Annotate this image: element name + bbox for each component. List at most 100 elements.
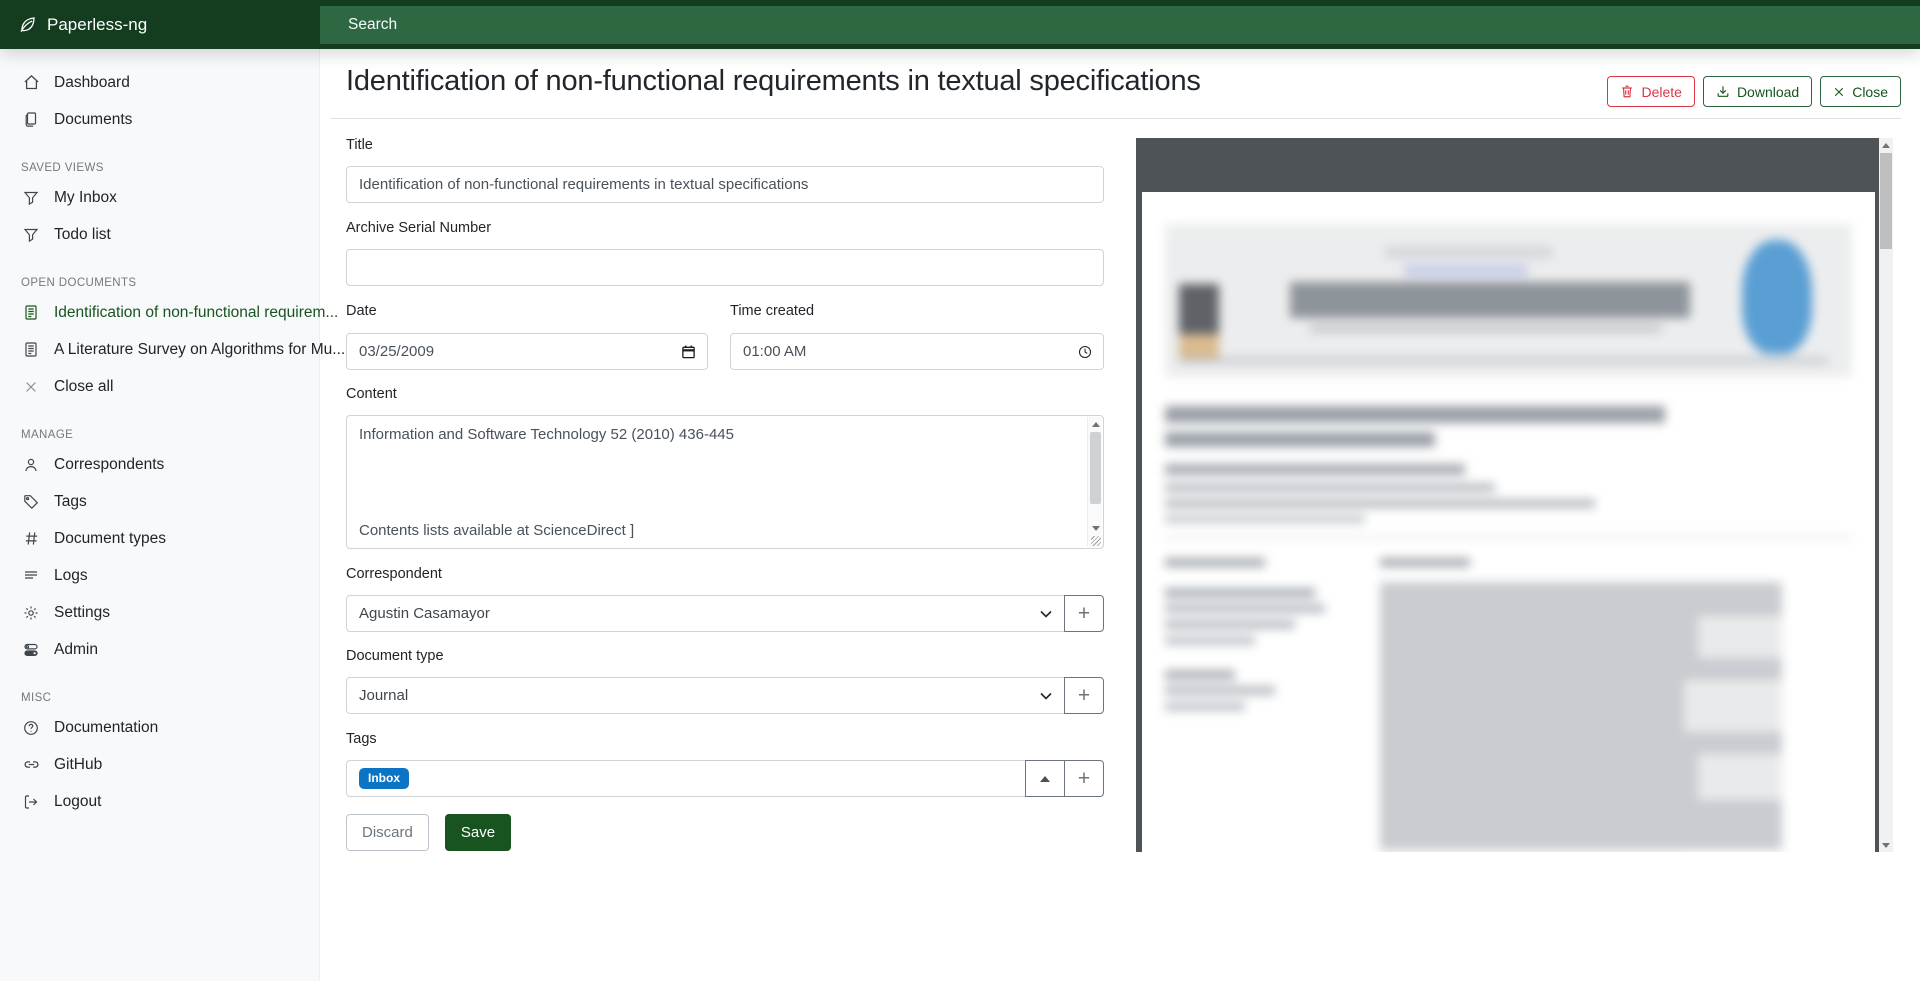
close-label: Close	[1852, 84, 1888, 100]
sidebar-section-open-documents: OPEN DOCUMENTS	[0, 266, 319, 294]
sidebar-item-my-inbox[interactable]: My Inbox	[0, 179, 319, 216]
date-field-wrap	[346, 333, 708, 370]
asn-field-wrap	[346, 249, 1104, 286]
tags-input[interactable]: Inbox	[346, 760, 1026, 797]
scroll-down-icon[interactable]	[1879, 838, 1893, 852]
plus-icon: +	[1078, 685, 1090, 706]
scrollbar-thumb[interactable]	[1090, 432, 1101, 504]
sidebar-item-tags[interactable]: Tags	[0, 483, 319, 520]
resize-handle-icon[interactable]	[1091, 536, 1101, 546]
content-scrollbar[interactable]	[1087, 417, 1102, 547]
tags-label: Tags	[346, 731, 377, 747]
sidebar-item-label: Documentation	[54, 719, 158, 737]
close-icon	[1833, 86, 1845, 98]
tag-icon	[21, 492, 41, 512]
sidebar-item-logout[interactable]: Logout	[0, 783, 319, 820]
time-created-input[interactable]	[731, 343, 1078, 360]
download-button[interactable]: Download	[1703, 76, 1812, 107]
sidebar-item-label: A Literature Survey on Algorithms for Mu…	[54, 341, 345, 359]
sidebar-item-documentation[interactable]: Documentation	[0, 709, 319, 746]
content-label: Content	[346, 386, 397, 402]
sidebar-item-settings[interactable]: Settings	[0, 594, 319, 631]
page-title: Identification of non-functional require…	[346, 65, 1201, 98]
file-text-icon	[21, 340, 41, 360]
app-brand[interactable]: Paperless-ng	[18, 0, 147, 49]
caret-up-icon	[1040, 776, 1050, 782]
sidebar-section-saved-views: SAVED VIEWS	[0, 151, 319, 179]
title-label: Title	[346, 137, 373, 153]
scroll-up-icon[interactable]	[1879, 138, 1893, 152]
sidebar-item-close-all[interactable]: Close all	[0, 368, 319, 405]
content-line-1: Information and Software Technology 52 (…	[359, 426, 734, 443]
calendar-icon[interactable]	[681, 344, 696, 360]
correspondent-select[interactable]: Agustin Casamayor	[346, 595, 1065, 632]
document-type-value: Journal	[359, 687, 408, 704]
document-preview	[1136, 138, 1893, 852]
document-type-label: Document type	[346, 648, 444, 664]
pdf-page	[1142, 192, 1875, 852]
sidebar-item-label: My Inbox	[54, 189, 117, 207]
content-line-2: Contents lists available at ScienceDirec…	[359, 522, 634, 539]
list-icon	[21, 566, 41, 586]
add-correspondent-button[interactable]: +	[1064, 595, 1104, 632]
sidebar-item-admin[interactable]: Admin	[0, 631, 319, 668]
sidebar-item-label: Documents	[54, 111, 132, 129]
sidebar-item-label: Identification of non-functional require…	[54, 304, 338, 322]
sidebar-item-documents[interactable]: Documents	[0, 101, 319, 138]
save-button[interactable]: Save	[445, 814, 511, 851]
person-icon	[21, 455, 41, 475]
document-type-select[interactable]: Journal	[346, 677, 1065, 714]
tag-badge-inbox[interactable]: Inbox	[359, 768, 409, 788]
leaf-icon	[18, 15, 37, 34]
sidebar-item-open-document-2[interactable]: A Literature Survey on Algorithms for Mu…	[0, 331, 319, 368]
sidebar-item-document-types[interactable]: Document types	[0, 520, 319, 557]
sidebar-item-label: GitHub	[54, 756, 102, 774]
archive-serial-number-input[interactable]	[347, 259, 1103, 276]
add-document-type-button[interactable]: +	[1064, 677, 1104, 714]
date-input[interactable]	[347, 343, 681, 360]
scroll-up-icon[interactable]	[1088, 417, 1103, 431]
home-icon	[21, 73, 41, 93]
sidebar-section-manage: MANAGE	[0, 418, 319, 446]
discard-button[interactable]: Discard	[346, 814, 429, 851]
download-label: Download	[1737, 84, 1799, 100]
time-created-label: Time created	[730, 303, 814, 319]
correspondent-row: Agustin Casamayor +	[346, 595, 1104, 632]
sidebar-item-logs[interactable]: Logs	[0, 557, 319, 594]
preview-scrollbar[interactable]	[1879, 138, 1893, 852]
close-button[interactable]: Close	[1820, 76, 1901, 107]
sidebar-item-open-document-1[interactable]: Identification of non-functional require…	[0, 294, 319, 331]
title-input[interactable]	[347, 176, 1103, 193]
sidebar-item-label: Admin	[54, 641, 98, 659]
chevron-down-icon	[1040, 610, 1052, 618]
logout-icon	[21, 792, 41, 812]
sidebar-item-label: Dashboard	[54, 74, 130, 92]
delete-button[interactable]: Delete	[1607, 76, 1694, 107]
search-input[interactable]	[320, 6, 1920, 44]
sidebar-item-label: Logs	[54, 567, 88, 585]
sidebar-section-misc: MISC	[0, 681, 319, 709]
hash-icon	[21, 529, 41, 549]
asn-label: Archive Serial Number	[346, 220, 491, 236]
sidebar-item-label: Settings	[54, 604, 110, 622]
sidebar-item-github[interactable]: GitHub	[0, 746, 319, 783]
sidebar-item-dashboard[interactable]: Dashboard	[0, 64, 319, 101]
scrollbar-thumb[interactable]	[1880, 153, 1892, 249]
sidebar-item-todo-list[interactable]: Todo list	[0, 216, 319, 253]
main-content: Identification of non-functional require…	[320, 49, 1920, 981]
delete-label: Delete	[1641, 84, 1681, 100]
scroll-down-icon[interactable]	[1088, 521, 1103, 535]
correspondent-label: Correspondent	[346, 566, 442, 582]
tags-collapse-button[interactable]	[1025, 760, 1065, 797]
form-actions: Discard Save	[346, 814, 511, 851]
add-tag-button[interactable]: +	[1064, 760, 1104, 797]
sidebar-item-correspondents[interactable]: Correspondents	[0, 446, 319, 483]
blurred-document-content	[1142, 192, 1875, 852]
plus-icon: +	[1078, 768, 1090, 789]
documents-icon	[21, 110, 41, 130]
correspondent-value: Agustin Casamayor	[359, 605, 490, 622]
content-textarea[interactable]: Information and Software Technology 52 (…	[346, 415, 1104, 549]
tags-row: Inbox +	[346, 760, 1104, 797]
sidebar-item-label: Close all	[54, 378, 113, 396]
clock-icon[interactable]	[1078, 345, 1092, 359]
